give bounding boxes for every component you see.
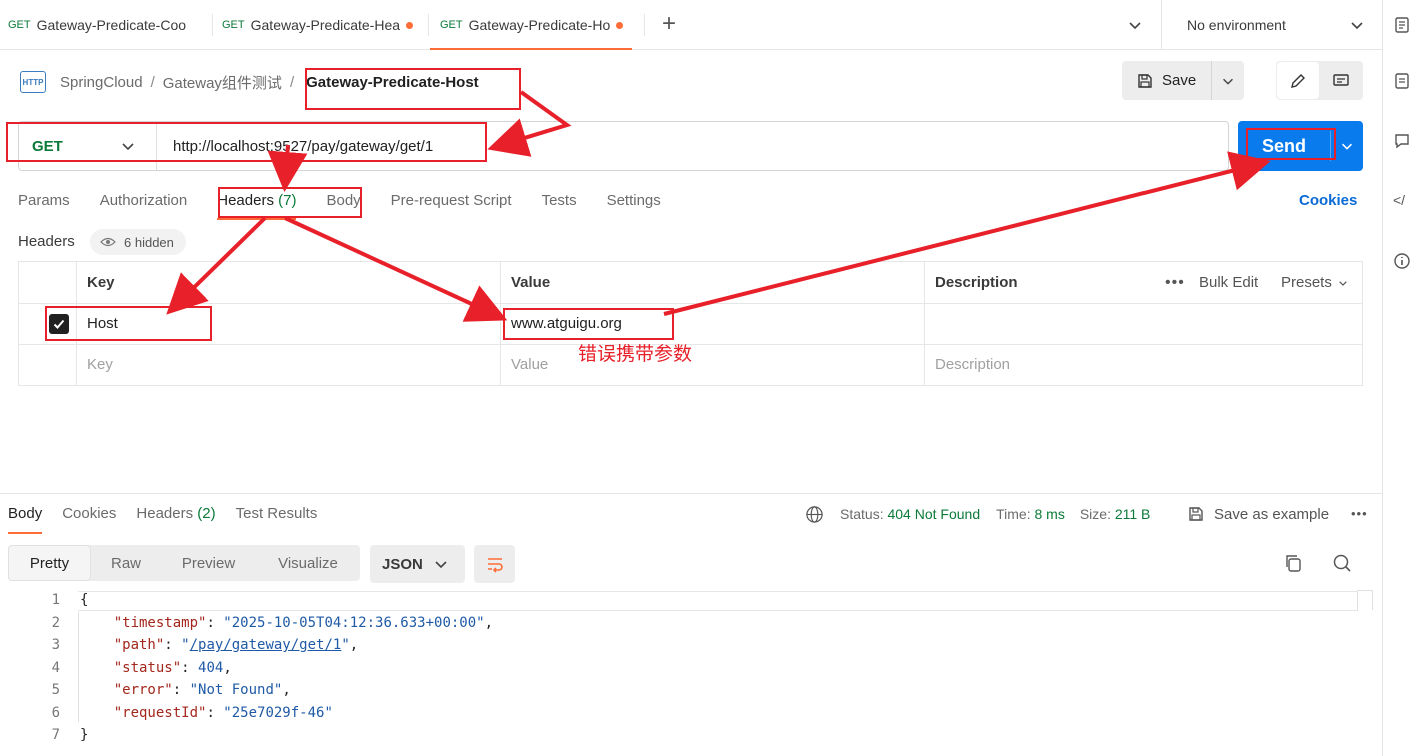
arrow-value-to-send — [663, 151, 1271, 316]
arrow-headers-to-key — [166, 216, 267, 315]
arrow-url-to-headers — [267, 144, 308, 192]
arrow-name-to-url — [487, 90, 572, 157]
arrow-headers-to-value — [284, 216, 508, 322]
annotation-arrows — [166, 90, 1271, 322]
